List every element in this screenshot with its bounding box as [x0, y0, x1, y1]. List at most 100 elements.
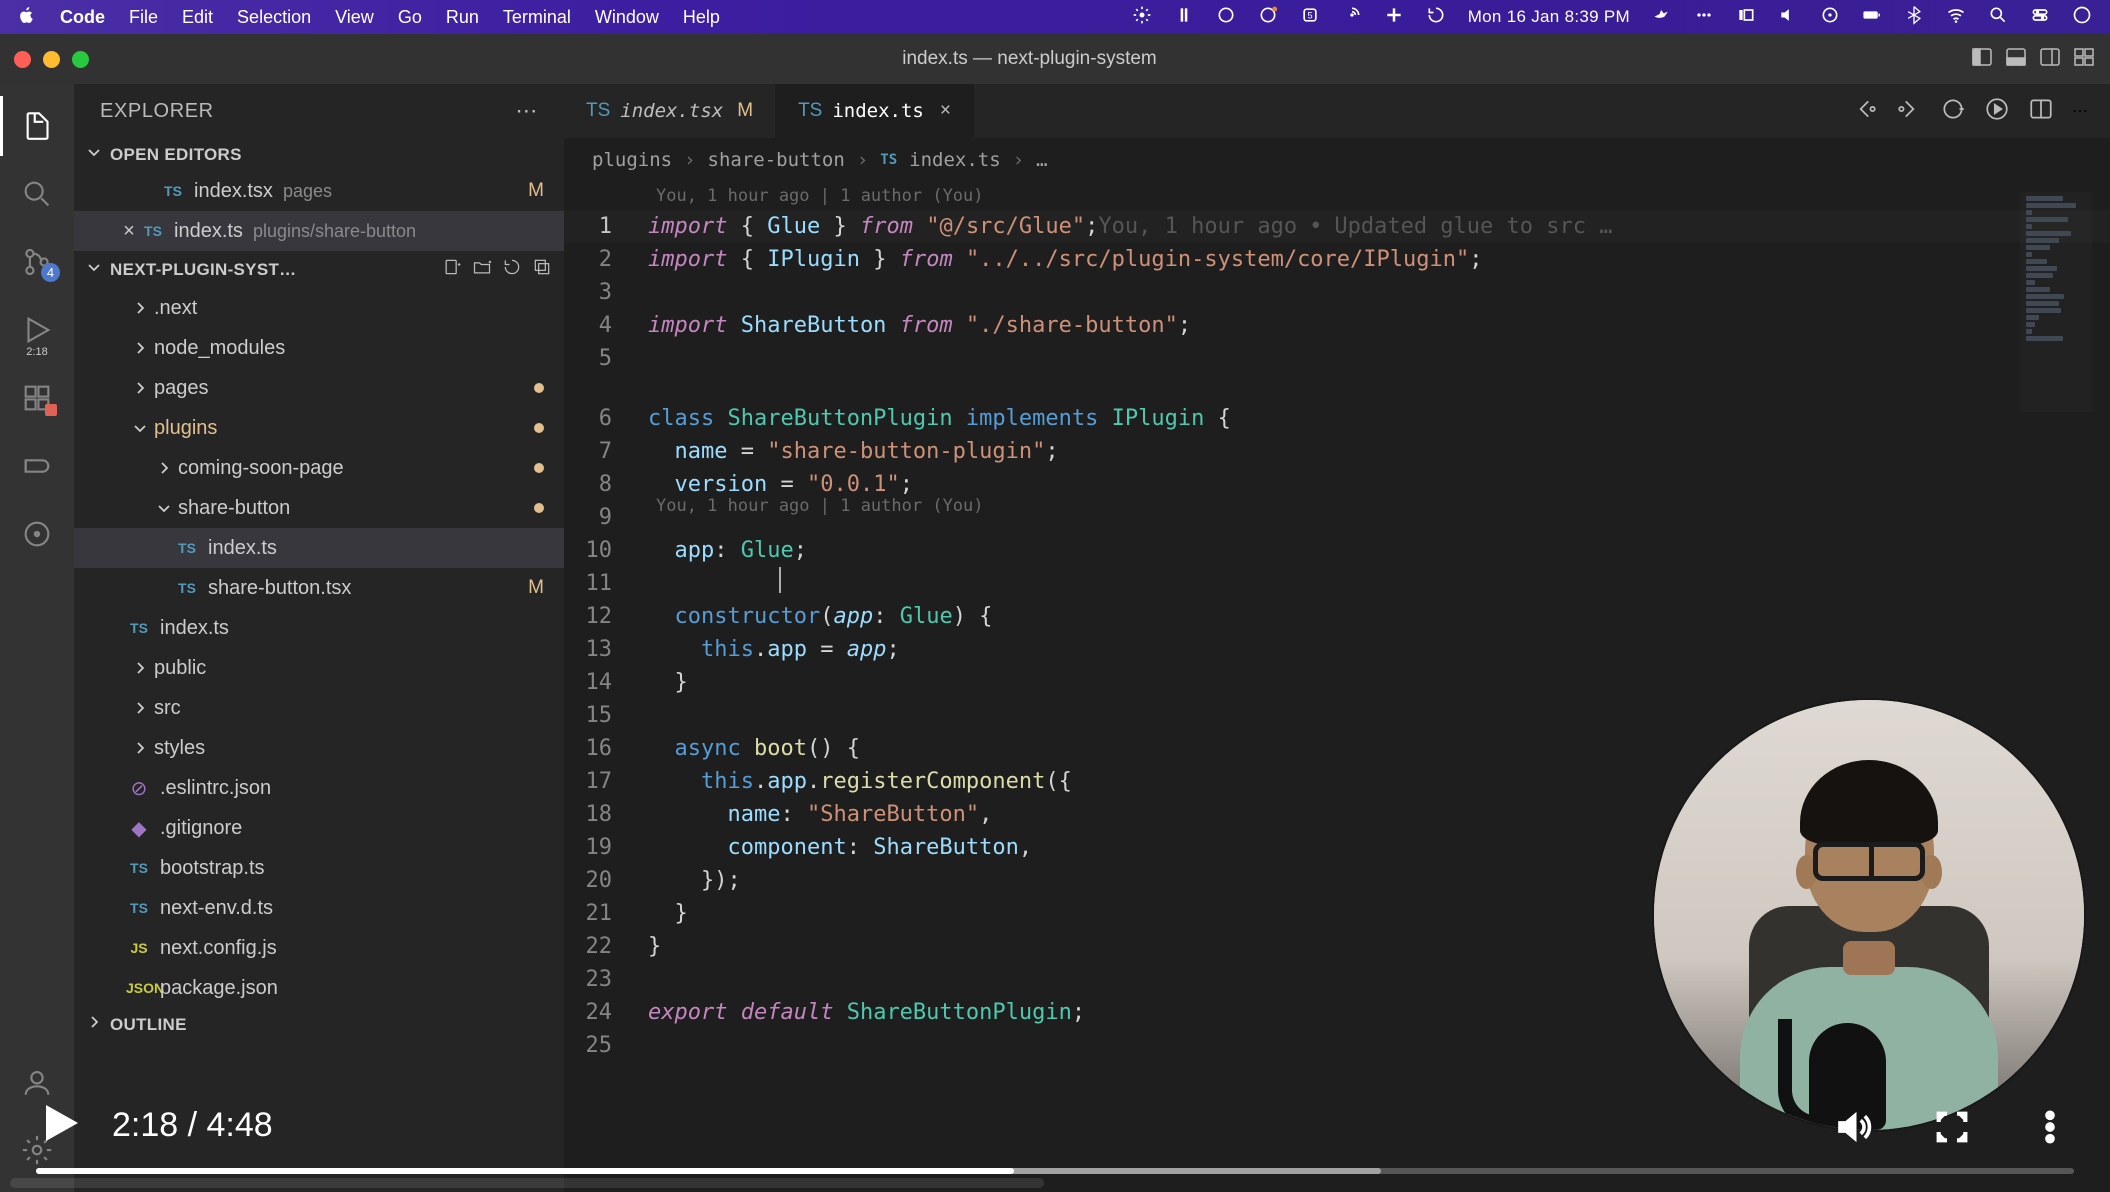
minimap[interactable]: [2020, 192, 2092, 412]
crumb[interactable]: …: [1036, 149, 1047, 171]
fullscreen-icon[interactable]: [1932, 1107, 1972, 1152]
chevron-right-icon: ›: [857, 149, 868, 171]
tree-item-label: next-env.d.ts: [160, 897, 273, 920]
tree-folder[interactable]: .next: [74, 288, 564, 328]
close-tab-icon[interactable]: ×: [940, 100, 951, 122]
tree-folder[interactable]: coming-soon-page: [74, 448, 564, 488]
status-bluetooth-icon[interactable]: [1904, 5, 1924, 30]
tree-folder[interactable]: plugins: [74, 408, 564, 448]
customize-layout-icon[interactable]: [2072, 45, 2096, 74]
status-bird-icon[interactable]: [1652, 5, 1672, 30]
tree-folder[interactable]: public: [74, 648, 564, 688]
status-parallels-icon[interactable]: [1174, 5, 1194, 30]
tree-file[interactable]: TSshare-button.tsxM: [74, 568, 564, 608]
open-editor-item[interactable]: TS index.tsx pages M: [74, 171, 564, 211]
debug-file-icon[interactable]: [1984, 96, 2010, 127]
new-file-icon[interactable]: [442, 257, 462, 282]
more-actions-icon[interactable]: ⋯: [2072, 101, 2088, 121]
outline-section[interactable]: OUTLINE: [74, 1008, 564, 1041]
status-timemachine-icon[interactable]: [1426, 5, 1446, 30]
project-section[interactable]: NEXT-PLUGIN-SYST…: [74, 251, 564, 288]
menu-view[interactable]: View: [335, 7, 374, 28]
toggle-panel-icon[interactable]: [2004, 45, 2028, 74]
new-folder-icon[interactable]: [472, 257, 492, 282]
tree-file[interactable]: JSnext.config.js: [74, 928, 564, 968]
status-plus-icon[interactable]: [1384, 5, 1404, 30]
apple-logo-icon[interactable]: [18, 6, 36, 29]
menubar-app-name[interactable]: Code: [60, 7, 105, 28]
status-volume-icon[interactable]: [1778, 5, 1798, 30]
tree-file[interactable]: ⊘.eslintrc.json: [74, 768, 564, 808]
status-circle-icon[interactable]: [1216, 5, 1236, 30]
refresh-icon[interactable]: [502, 257, 522, 282]
more-options-icon[interactable]: [2030, 1107, 2070, 1152]
activity-extensions[interactable]: [0, 368, 74, 428]
activity-target[interactable]: [0, 504, 74, 564]
close-editor-icon[interactable]: ×: [118, 220, 140, 243]
run-config-icon[interactable]: [1940, 96, 1966, 127]
tree-folder[interactable]: src: [74, 688, 564, 728]
crumb[interactable]: index.ts: [909, 149, 1001, 171]
status-media-icon[interactable]: [1258, 5, 1278, 30]
activity-explorer[interactable]: [0, 96, 74, 156]
menu-help[interactable]: Help: [683, 7, 720, 28]
status-square-icon[interactable]: 5: [1300, 5, 1320, 30]
menu-file[interactable]: File: [129, 7, 158, 28]
menu-go[interactable]: Go: [398, 7, 422, 28]
tree-file[interactable]: TSindex.ts: [74, 608, 564, 648]
page-horizontal-scrollbar[interactable]: [0, 1178, 2110, 1188]
toggle-secondary-sidebar-icon[interactable]: [2038, 45, 2062, 74]
toggle-primary-sidebar-icon[interactable]: [1970, 45, 1994, 74]
split-editor-icon[interactable]: [2028, 96, 2054, 127]
activity-run-debug[interactable]: 2:18: [0, 300, 74, 360]
window-zoom-button[interactable]: [72, 51, 89, 68]
window-minimize-button[interactable]: [43, 51, 60, 68]
status-controlcenter-icon[interactable]: [2030, 5, 2050, 30]
editor-scrollbar[interactable]: [2094, 182, 2106, 1192]
tree-file[interactable]: TSindex.ts: [74, 528, 564, 568]
breadcrumbs[interactable]: plugins › share-button › TS index.ts › …: [564, 138, 2110, 182]
tree-file[interactable]: ◆.gitignore: [74, 808, 564, 848]
status-gear-icon[interactable]: [1132, 5, 1152, 30]
menu-run[interactable]: Run: [446, 7, 479, 28]
status-stage-icon[interactable]: [1736, 5, 1756, 30]
status-wifi-icon[interactable]: [1946, 5, 1966, 30]
nav-fwd-icon[interactable]: [1896, 96, 1922, 127]
menu-terminal[interactable]: Terminal: [503, 7, 571, 28]
editor-tab[interactable]: TS index.tsx M: [564, 84, 776, 138]
status-battery-icon[interactable]: [1862, 5, 1882, 30]
menu-edit[interactable]: Edit: [182, 7, 213, 28]
tree-folder[interactable]: node_modules: [74, 328, 564, 368]
status-dots-icon[interactable]: [1694, 5, 1714, 30]
tree-file[interactable]: JSONpackage.json: [74, 968, 564, 1008]
menubar-clock[interactable]: Mon 16 Jan 8:39 PM: [1468, 7, 1630, 27]
open-editors-label: OPEN EDITORS: [110, 145, 242, 165]
menu-selection[interactable]: Selection: [237, 7, 311, 28]
nav-back-icon[interactable]: [1852, 96, 1878, 127]
tree-file[interactable]: TSbootstrap.ts: [74, 848, 564, 888]
activity-remote[interactable]: [0, 436, 74, 496]
editor-tab[interactable]: TS index.ts ×: [776, 84, 974, 138]
window-close-button[interactable]: [14, 51, 31, 68]
video-progress-bar[interactable]: [36, 1168, 2074, 1174]
crumb[interactable]: share-button: [708, 149, 845, 171]
menu-window[interactable]: Window: [595, 7, 659, 28]
crumb[interactable]: plugins: [592, 149, 672, 171]
tree-folder[interactable]: styles: [74, 728, 564, 768]
tree-file[interactable]: TSnext-env.d.ts: [74, 888, 564, 928]
play-button[interactable]: [34, 1099, 82, 1152]
collapse-all-icon[interactable]: [532, 257, 552, 282]
status-siri-icon[interactable]: [2072, 5, 2092, 30]
status-focus-icon[interactable]: [1820, 5, 1840, 30]
activity-source-control[interactable]: 4: [0, 232, 74, 292]
status-broadcast-icon[interactable]: [1342, 5, 1362, 30]
activity-search[interactable]: [0, 164, 74, 224]
status-spotlight-icon[interactable]: [1988, 5, 2008, 30]
explorer-more-icon[interactable]: ⋯: [515, 98, 538, 124]
open-editors-section[interactable]: OPEN EDITORS: [74, 138, 564, 171]
volume-icon[interactable]: [1834, 1107, 1874, 1152]
tree-item-label: node_modules: [154, 337, 285, 360]
tree-folder[interactable]: pages: [74, 368, 564, 408]
open-editor-item[interactable]: × TS index.ts plugins/share-button: [74, 211, 564, 251]
tree-folder[interactable]: share-button: [74, 488, 564, 528]
